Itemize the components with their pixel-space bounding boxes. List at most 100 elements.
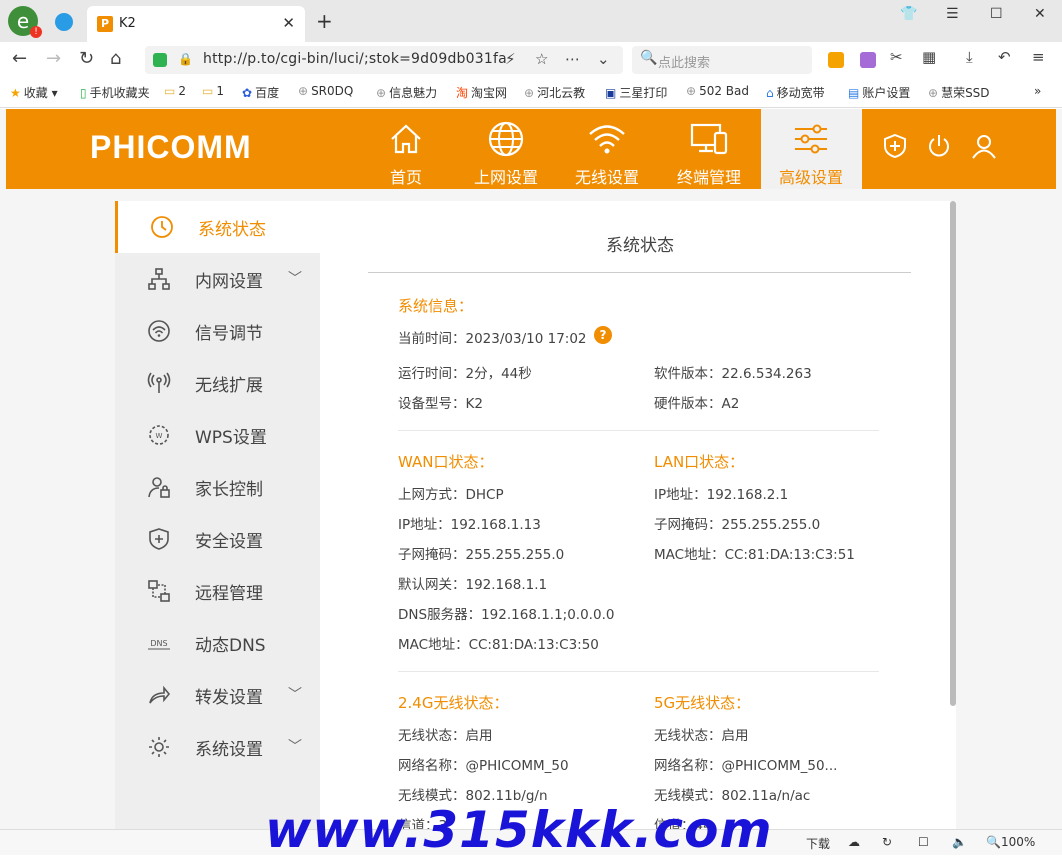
user-icon[interactable]: [971, 133, 997, 159]
nav-device-management[interactable]: 终端管理: [659, 109, 759, 189]
bookmark-folder[interactable]: ▭ 1: [202, 84, 224, 98]
wl5-row: 网络名称：@PHICOMM_50...: [654, 758, 838, 774]
sidebar-item-parental-control[interactable]: 家长控制: [115, 461, 320, 513]
apps-grid-icon[interactable]: ▦: [922, 48, 936, 66]
bookmark-item[interactable]: ⊕ 河北云教: [524, 84, 585, 101]
broadcast-icon: [147, 372, 171, 393]
nav-internet-settings[interactable]: 上网设置: [456, 109, 556, 189]
nav-wireless-settings[interactable]: 无线设置: [557, 109, 657, 189]
lan-row: 子网掩码：255.255.255.0: [654, 517, 821, 533]
download-status[interactable]: 下载: [806, 835, 830, 852]
sidebar-item-lan-settings[interactable]: 内网设置 ﹀: [115, 253, 320, 305]
security-shield-icon: [153, 53, 167, 67]
bookmark-star-icon[interactable]: ☆: [535, 50, 548, 68]
browser-logo-icon[interactable]: e!: [8, 6, 42, 38]
dns-icon: DNS: [148, 639, 170, 650]
brand-logo: PHICOMM: [90, 129, 252, 165]
window-close-icon[interactable]: ✕: [1034, 6, 1046, 22]
wireless-5g-heading: 5G无线状态：: [654, 694, 751, 712]
globe-icon: ⊕: [686, 84, 697, 98]
search-box[interactable]: 🔍 点此搜索: [632, 46, 812, 74]
tab-close-icon[interactable]: ✕: [282, 14, 295, 32]
sidebar-item-remote-management[interactable]: 远程管理: [115, 565, 320, 617]
skin-icon[interactable]: 👕: [900, 6, 917, 22]
wireless-24g-heading: 2.4G无线状态：: [398, 694, 509, 712]
page-scrollbar[interactable]: [950, 201, 956, 706]
bookmark-item[interactable]: 淘淘宝网: [456, 84, 507, 101]
refresh-status-icon[interactable]: ↻: [882, 835, 892, 849]
cloud-icon[interactable]: ☁: [848, 835, 860, 849]
samsung-icon: ▣: [605, 86, 617, 100]
nav-home[interactable]: 首页: [356, 109, 456, 189]
undo-icon[interactable]: ↶: [998, 48, 1011, 66]
bookmark-item[interactable]: ✿ 百度: [242, 84, 279, 101]
uptime-row: 运行时间：2分，44秒: [398, 366, 532, 382]
wl24-row: 无线状态：启用: [398, 728, 493, 744]
nav-advanced-settings[interactable]: 高级设置: [761, 109, 862, 189]
url-text[interactable]: http://p.to/cgi-bin/luci/;stok=9d09db031…: [203, 51, 507, 67]
address-bar[interactable]: 🔒 http://p.to/cgi-bin/luci/;stok=9d09db0…: [145, 46, 623, 74]
sidebar-item-security[interactable]: 安全设置: [115, 513, 320, 565]
sidebar-item-wps[interactable]: W WPS设置: [115, 409, 320, 461]
lightning-icon[interactable]: ⚡: [505, 50, 516, 68]
chevron-down-icon[interactable]: ﹀: [288, 736, 302, 756]
bookmark-item[interactable]: ⊕ 信息魅力: [376, 84, 437, 101]
url-dropdown-icon[interactable]: ⌄: [597, 50, 610, 68]
parental-icon: [148, 477, 170, 498]
download-icon[interactable]: ⤓: [966, 48, 973, 66]
hardware-version-row: 硬件版本：A2: [654, 396, 740, 412]
bookmarks-bar: ★ 收藏 ▾ ▯ 手机收藏夹 ▭ 2 ▭ 1 ✿ 百度 ⊕ SR0DQ ⊕ 信息魅力 淘淘宝网…: [0, 78, 1062, 108]
back-icon[interactable]: ←: [12, 48, 27, 69]
zoom-indicator[interactable]: 🔍100%: [986, 835, 1035, 849]
telegram-icon[interactable]: [55, 13, 73, 31]
scissors-icon[interactable]: ✂: [890, 48, 903, 66]
shield-plus-icon[interactable]: [882, 133, 908, 159]
more-dots-icon[interactable]: ⋯: [565, 50, 580, 68]
bookmark-folder[interactable]: ▭ 2: [164, 84, 186, 98]
wan-row: DNS服务器：192.168.1.1;0.0.0.0: [398, 607, 615, 623]
shield-icon: [149, 528, 169, 550]
translate-icon[interactable]: [860, 52, 876, 68]
insecure-lock-icon: 🔒: [178, 52, 193, 66]
bookmark-item[interactable]: ★ 收藏 ▾: [10, 84, 58, 101]
bookmark-item[interactable]: ▤ 账户设置: [848, 84, 910, 101]
bookmarks-overflow-icon[interactable]: »: [1034, 84, 1041, 98]
home-button-icon[interactable]: ⌂: [110, 48, 121, 69]
chevron-down-icon[interactable]: ﹀: [288, 268, 302, 288]
bookmark-item[interactable]: ▯ 手机收藏夹: [80, 84, 150, 101]
forward-icon[interactable]: →: [46, 48, 61, 69]
bookmark-item[interactable]: ⊕ 慧荣SSD: [928, 84, 990, 101]
bookmark-item[interactable]: ⌂ 移动宽带: [766, 84, 825, 101]
router-page: PHICOMM 首页 上网设置 无线设置 终端管理 高级设置 系统状态 内网设置…: [0, 109, 1062, 834]
watermark-text: www.315kkk.com: [265, 801, 773, 859]
bookmark-item[interactable]: ⊕ 502 Bad: [686, 84, 749, 98]
page-title: 系统状态: [606, 236, 674, 256]
globe-icon: ⊕: [928, 86, 939, 100]
sidebar-item-wireless-extend[interactable]: 无线扩展: [115, 357, 320, 409]
sidebar-item-ddns[interactable]: DNS 动态DNS: [115, 617, 320, 669]
new-tab-icon[interactable]: +: [316, 9, 333, 33]
menu-lines-icon[interactable]: ☰: [946, 6, 959, 22]
reload-icon[interactable]: ↻: [79, 48, 94, 69]
browser-menu-icon[interactable]: ≡: [1032, 48, 1045, 66]
extension-shield-icon[interactable]: [828, 52, 844, 68]
sidebar-item-system-status[interactable]: 系统状态: [115, 201, 320, 253]
power-icon[interactable]: [926, 133, 952, 159]
sound-icon[interactable]: 🔈: [952, 835, 967, 849]
chevron-down-icon[interactable]: ﹀: [288, 684, 302, 704]
wan-row: 子网掩码：255.255.255.0: [398, 547, 565, 563]
window-mode-icon[interactable]: ☐: [918, 835, 929, 849]
sidebar-item-signal-adjust[interactable]: 信号调节: [115, 305, 320, 357]
taobao-icon: 淘: [456, 86, 469, 100]
section-divider: [398, 430, 879, 431]
restore-icon[interactable]: ☐: [990, 6, 1003, 22]
wps-icon: W: [149, 425, 169, 445]
help-icon[interactable]: ?: [594, 326, 612, 344]
forward-icon: [149, 685, 171, 704]
sidebar-item-forwarding[interactable]: 转发设置 ﹀: [115, 669, 320, 721]
sidebar-item-system-settings[interactable]: 系统设置 ﹀: [115, 721, 320, 773]
browser-tab[interactable]: P K2 ✕: [87, 6, 305, 42]
devices-icon: [690, 123, 728, 155]
bookmark-item[interactable]: ▣ 三星打印: [605, 84, 667, 101]
bookmark-item[interactable]: ⊕ SR0DQ: [298, 84, 353, 98]
